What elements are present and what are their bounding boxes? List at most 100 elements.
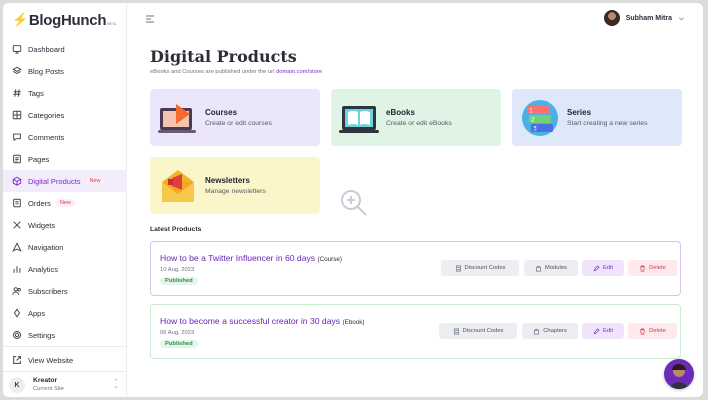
courses-card[interactable]: Courses Create or edit courses	[150, 89, 320, 146]
series-card[interactable]: 1 2 3 Series Start creating a new series	[512, 89, 682, 146]
discount-codes-button[interactable]: Discount Codes	[439, 323, 517, 339]
new-badge: New	[55, 199, 75, 207]
tools-icon	[11, 220, 22, 231]
sidebar-nav: Dashboard Blog Posts Tags Categories Comment…	[3, 38, 127, 346]
avatar	[603, 10, 620, 26]
trash-icon	[640, 328, 645, 334]
sidebar-item-label: Comments	[28, 132, 65, 142]
sidebar-item-label: Widgets	[28, 220, 56, 230]
card-title: eBooks	[386, 108, 415, 117]
button-label: Delete	[649, 328, 666, 334]
chapters-button[interactable]: Chapters	[522, 323, 578, 339]
sidebar-item-label: Analytics	[28, 264, 59, 274]
svg-text:3: 3	[533, 125, 537, 132]
product-date: 06 Aug, 2023	[160, 330, 195, 336]
external-link-icon	[11, 355, 22, 366]
beta-tag: BETA	[107, 20, 117, 26]
product-row: How to become a successful creator in 30…	[150, 304, 681, 359]
modules-button[interactable]: Modules	[524, 260, 578, 276]
trash-icon	[640, 265, 645, 271]
view-website-label: View Website	[28, 355, 74, 365]
page-title: Digital Products	[150, 47, 297, 66]
product-title[interactable]: How to be a Twitter Influencer in 60 day…	[160, 253, 342, 263]
user-name: Subham Mitra	[625, 14, 672, 22]
sidebar-item-settings[interactable]: Settings	[3, 324, 127, 346]
sidebar-item-label: Orders	[28, 198, 51, 208]
sidebar-item-digital-products[interactable]: Digital Products New	[3, 170, 127, 192]
status-badge: Published	[160, 340, 198, 348]
users-icon	[11, 286, 22, 297]
sidebar-item-label: Digital Products	[28, 176, 81, 186]
sidebar-item-blog-posts[interactable]: Blog Posts	[3, 60, 127, 82]
newsletters-card[interactable]: Newsletters Manage newsletters	[150, 157, 320, 214]
sidebar-item-pages[interactable]: Pages	[3, 148, 127, 170]
page-icon	[11, 154, 22, 165]
sidebar-item-orders[interactable]: Orders New	[3, 192, 127, 214]
site-avatar: K	[9, 377, 25, 393]
divider	[3, 346, 127, 347]
navigation-icon	[11, 242, 22, 253]
series-icon: 1 2 3	[522, 99, 558, 136]
brand-logo[interactable]: ⚡ BlogHunch BETA	[12, 12, 117, 29]
sidebar-item-label: Settings	[28, 330, 56, 340]
bag-icon	[534, 328, 540, 334]
sidebar-item-label: Apps	[28, 308, 46, 318]
presenter-video-bubble[interactable]	[664, 359, 694, 389]
person-avatar-icon	[668, 364, 690, 389]
box-icon	[11, 176, 22, 187]
sidebar-item-subscribers[interactable]: Subscribers	[3, 280, 127, 302]
view-website-link[interactable]: View Website	[3, 349, 127, 371]
site-switcher[interactable]: K Kreator Current Site ⌃ ⌄	[3, 373, 127, 397]
delete-button[interactable]: Delete	[628, 323, 677, 339]
sidebar-item-analytics[interactable]: Analytics	[3, 258, 127, 280]
sidebar-item-dashboard[interactable]: Dashboard	[3, 38, 127, 60]
gear-icon	[11, 330, 22, 341]
layers-icon	[11, 66, 22, 77]
sidebar-item-label: Tags	[28, 88, 44, 98]
page-subtitle: eBooks and Courses are published under t…	[150, 69, 322, 75]
ebooks-card[interactable]: eBooks Create or edit eBooks	[331, 89, 501, 146]
subtitle-text: eBooks and Courses are published under t…	[150, 69, 275, 75]
button-label: Chapters	[543, 328, 567, 334]
card-desc: Create or edit courses	[205, 120, 272, 127]
product-date: 10 Aug, 2023	[160, 267, 195, 273]
grid-icon	[11, 110, 22, 121]
edit-button[interactable]: Edit	[582, 260, 624, 276]
product-title[interactable]: How to become a successful creator in 30…	[160, 316, 365, 326]
receipt-icon	[455, 265, 461, 271]
sidebar-item-label: Blog Posts	[28, 66, 64, 76]
edit-button[interactable]: Edit	[582, 323, 624, 339]
zoom-in-cursor-icon	[341, 190, 367, 216]
user-menu[interactable]: Subham Mitra	[603, 10, 685, 26]
card-title: Newsletters	[205, 176, 250, 185]
sidebar-item-tags[interactable]: Tags	[3, 82, 127, 104]
store-url-link[interactable]: domain.com/store	[276, 69, 322, 75]
sidebar-item-apps[interactable]: Apps	[3, 302, 127, 324]
card-title: Series	[567, 108, 592, 117]
product-title-text: How to be a Twitter Influencer in 60 day…	[160, 253, 316, 263]
bag-icon	[535, 265, 542, 271]
discount-codes-button[interactable]: Discount Codes	[441, 260, 519, 276]
menu-toggle-icon[interactable]	[144, 12, 156, 24]
card-desc: Manage newsletters	[205, 188, 266, 195]
card-desc: Create or edit eBooks	[386, 120, 452, 127]
button-label: Delete	[649, 265, 666, 271]
product-title-text: How to become a successful creator in 30…	[160, 316, 341, 326]
sidebar-item-label: Pages	[28, 154, 50, 164]
sidebar-item-widgets[interactable]: Widgets	[3, 214, 127, 236]
newsletter-icon	[162, 169, 194, 202]
svg-text:1: 1	[529, 107, 533, 114]
hash-icon	[11, 88, 22, 99]
sidebar-item-label: Navigation	[28, 242, 64, 252]
sidebar-item-categories[interactable]: Categories	[3, 104, 127, 126]
sidebar-item-comments[interactable]: Comments	[3, 126, 127, 148]
card-title: Courses	[205, 108, 238, 117]
ebook-icon	[339, 105, 379, 133]
button-label: Discount Codes	[464, 265, 506, 271]
receipt-icon	[453, 328, 459, 334]
sidebar-item-navigation[interactable]: Navigation	[3, 236, 127, 258]
sidebar-item-label: Categories	[28, 110, 65, 120]
chevron-updown-icon: ⌃ ⌄	[113, 379, 119, 390]
delete-button[interactable]: Delete	[628, 260, 677, 276]
product-type: (Course)	[317, 256, 342, 263]
